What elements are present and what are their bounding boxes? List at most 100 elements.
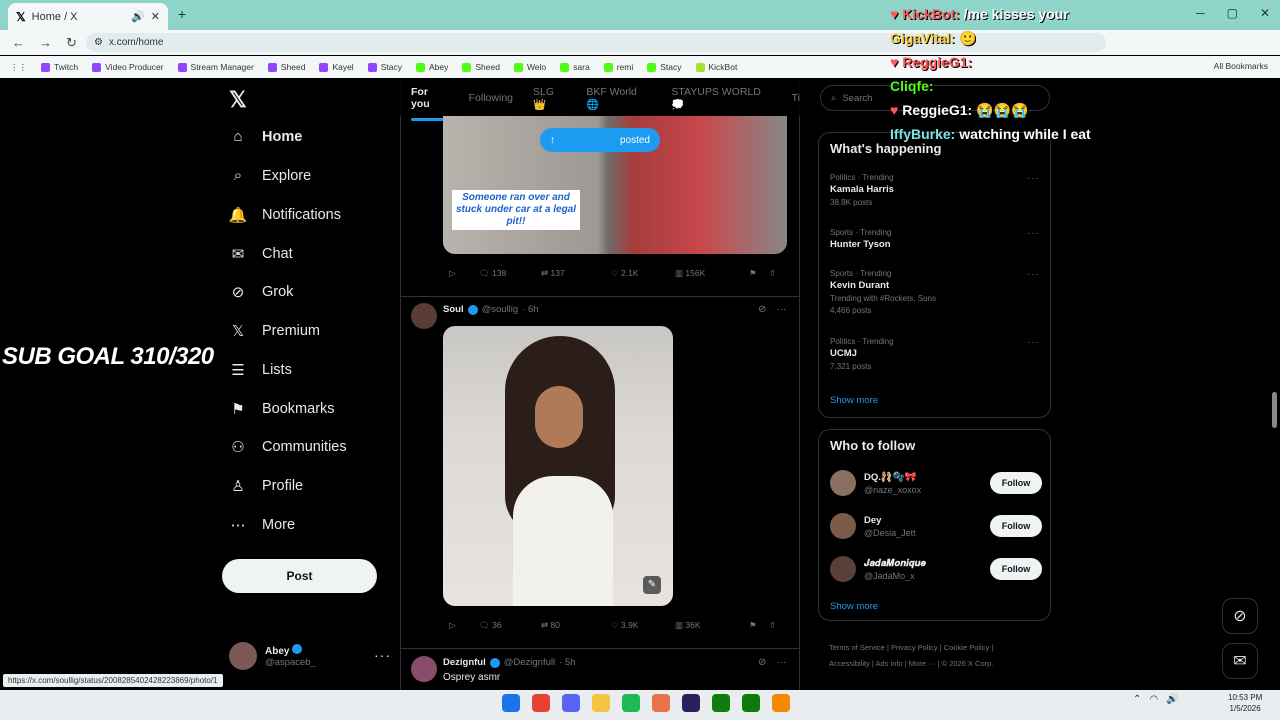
post-button[interactable]: Post <box>222 559 377 593</box>
bookmark-item[interactable]: KickBot <box>695 62 737 72</box>
nav-item-bookmarks[interactable]: ⚑ Bookmarks <box>228 400 334 418</box>
bookmark-item[interactable]: Abey <box>415 62 448 72</box>
author-handle[interactable]: @soullig <box>482 304 519 315</box>
nav-item-explore[interactable]: ⌕ Explore <box>228 167 311 184</box>
bookmark-item[interactable]: Sheed <box>267 62 305 72</box>
speaker-icon[interactable]: 🔊 <box>131 10 145 23</box>
back-icon[interactable]: ← <box>12 35 25 50</box>
footer-link[interactable]: Ads info <box>876 659 903 668</box>
reply-button[interactable]: 🗨 138 <box>479 268 541 279</box>
close-tab-icon[interactable]: ✕ <box>151 10 160 23</box>
volume-icon[interactable]: 🔊 <box>1166 694 1178 705</box>
all-bookmarks-button[interactable]: All Bookmarks <box>1214 61 1268 71</box>
nav-item-lists[interactable]: ☰ Lists <box>228 361 292 379</box>
follow-suggestion[interactable]: Dey @Desia_Jett Follow <box>830 510 1042 542</box>
like-button[interactable]: ♡ 3.9K <box>611 620 675 631</box>
bookmark-item[interactable]: sara <box>560 62 590 72</box>
follow-button[interactable]: Follow <box>990 515 1042 537</box>
follow-suggestion[interactable]: 𝑱𝒂𝒅𝒂𝑴𝒐𝒏𝒊𝒒𝒖𝒆 @JadaMo_x Follow <box>830 553 1042 585</box>
nav-item-grok[interactable]: ⊘ Grok <box>228 283 294 301</box>
chrome-icon[interactable] <box>532 694 550 712</box>
tweet-time[interactable]: · 6h <box>522 304 538 315</box>
avatar[interactable] <box>411 303 437 329</box>
bookmark-item[interactable]: Kayel <box>319 62 354 72</box>
nav-item-more[interactable]: ⋯ More <box>228 516 296 534</box>
maximize-icon[interactable]: ▢ <box>1227 6 1238 20</box>
nav-item-premium[interactable]: 𝕏 Premium <box>228 322 320 340</box>
author-name[interactable]: Dezignful <box>443 657 486 668</box>
timeline-tab[interactable]: Ti <box>792 92 800 104</box>
new-tab-button[interactable]: + <box>174 6 190 22</box>
avatar[interactable] <box>830 513 856 539</box>
nav-item-communities[interactable]: ⚇ Communities <box>228 438 346 456</box>
nav-item-profile[interactable]: ♙ Profile <box>228 477 303 495</box>
suggestion-name[interactable]: 𝑱𝒂𝒅𝒂𝑴𝒐𝒏𝒊𝒒𝒖𝒆 <box>864 558 982 569</box>
apps-grid-icon[interactable]: ⋮⋮ <box>10 62 27 73</box>
share-icon[interactable]: ⇧ <box>769 620 776 631</box>
bookmark-icon[interactable]: ⚑ <box>749 620 769 631</box>
suggestion-name[interactable]: Dey <box>864 515 982 526</box>
trend-item[interactable]: Sports · Trending Hunter Tyson ··· <box>830 228 1040 250</box>
minimize-icon[interactable]: ─ <box>1196 6 1205 20</box>
footer-link[interactable]: More ··· <box>909 659 936 668</box>
clock[interactable]: 10:53 PM 1/5/2026 <box>1228 692 1262 714</box>
grok-fab-icon[interactable]: ⊘ <box>1222 598 1258 634</box>
nav-item-home[interactable]: ⌂ Home <box>228 128 302 145</box>
trend-item[interactable]: Politics · Trending Kamala Harris 38.8K … <box>830 173 1040 207</box>
follow-button[interactable]: Follow <box>990 472 1042 494</box>
files-icon[interactable] <box>592 694 610 712</box>
xbox-icon[interactable] <box>742 694 760 712</box>
play-icon[interactable]: ▷ <box>449 620 479 631</box>
avatar[interactable] <box>830 556 856 582</box>
more-icon[interactable]: ··· <box>1027 337 1040 348</box>
like-button[interactable]: ♡ 2.1K <box>611 268 675 279</box>
reply-button[interactable]: 🗨 36 <box>479 620 541 631</box>
edit-image-icon[interactable]: ✎ <box>643 576 661 594</box>
xbox-app-icon[interactable] <box>712 694 730 712</box>
x-logo-icon[interactable]: 𝕏 <box>229 87 247 113</box>
more-icon[interactable]: ··· <box>776 657 786 668</box>
more-icon[interactable]: ··· <box>1027 228 1040 239</box>
site-info-icon[interactable]: ⚙ <box>94 37 103 48</box>
suggestion-name[interactable]: DQ.🩰🫧🎀 <box>864 472 982 483</box>
bookmark-item[interactable]: Video Producer <box>92 62 164 72</box>
account-more-icon[interactable]: ··· <box>374 647 391 663</box>
show-more-link[interactable]: Show more <box>830 395 878 406</box>
more-icon[interactable]: ··· <box>776 304 786 315</box>
share-icon[interactable]: ⇧ <box>769 268 776 279</box>
timeline-tab[interactable]: For you <box>411 86 449 121</box>
trend-item[interactable]: Politics · Trending UCMJ 7,321 posts ··· <box>830 337 1040 371</box>
bookmark-item[interactable]: remi <box>603 62 633 72</box>
bookmark-item[interactable]: Sheed <box>462 62 500 72</box>
tweet-time[interactable]: · 5h <box>559 657 575 668</box>
scrollbar[interactable] <box>1272 392 1277 428</box>
footer-link[interactable]: © 2026 X Corp. <box>942 659 994 668</box>
timeline-tab[interactable]: SLG👑 <box>533 86 566 111</box>
bookmark-item[interactable]: Welo <box>513 62 546 72</box>
footer-link[interactable]: Cookie Policy <box>944 643 989 652</box>
more-icon[interactable]: ··· <box>1027 269 1040 280</box>
repost-button[interactable]: ⇄ 137 <box>541 268 611 279</box>
trend-item[interactable]: Sports · Trending Kevin Durant Trending … <box>830 269 1040 315</box>
play-icon[interactable]: ▷ <box>449 268 479 279</box>
timeline-tab[interactable]: Following <box>469 92 513 104</box>
chevron-up-icon[interactable]: ⌃ <box>1133 694 1141 705</box>
browser-tab[interactable]: 𝕏 Home / X 🔊 ✕ <box>8 3 168 30</box>
follow-button[interactable]: Follow <box>990 558 1042 580</box>
show-more-link[interactable]: Show more <box>830 601 878 612</box>
author-handle[interactable]: @Dezignfull <box>504 657 555 668</box>
premiere-icon[interactable] <box>682 694 700 712</box>
messages-fab-icon[interactable]: ✉ <box>1222 643 1258 679</box>
reload-icon[interactable]: ↻ <box>66 35 77 51</box>
bookmark-item[interactable]: Twitch <box>41 62 78 72</box>
nav-item-notifications[interactable]: 🔔 Notifications <box>228 206 341 224</box>
repost-button[interactable]: ⇄ 80 <box>541 620 611 631</box>
spotify-icon[interactable] <box>622 694 640 712</box>
footer-link[interactable]: Privacy Policy <box>891 643 938 652</box>
forward-icon[interactable]: → <box>39 35 52 50</box>
new-posts-pill[interactable]: ↑ posted <box>540 128 660 152</box>
grok-icon[interactable]: ⊘ <box>758 304 766 315</box>
avatar[interactable] <box>411 656 437 682</box>
author-name[interactable]: Soul <box>443 304 464 315</box>
bookmark-icon[interactable]: ⚑ <box>749 268 769 279</box>
